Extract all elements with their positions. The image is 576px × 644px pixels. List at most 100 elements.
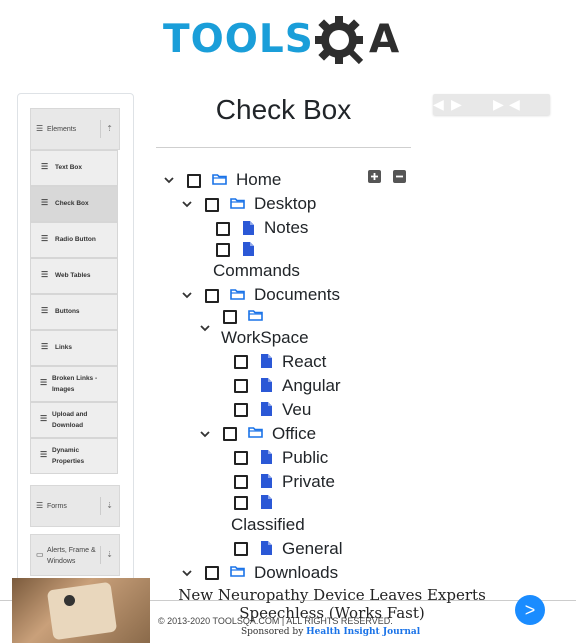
file-icon bbox=[243, 242, 254, 256]
sidebar-item-broken-links[interactable]: ☰ Broken Links - Images bbox=[30, 366, 118, 402]
file-icon bbox=[261, 495, 272, 509]
list-icon: ☰ bbox=[41, 234, 49, 243]
checkbox-office[interactable] bbox=[223, 427, 237, 441]
group-label: Alerts, Frame & Windows bbox=[47, 547, 96, 565]
folder-icon bbox=[230, 198, 245, 209]
sidebar-item-web-tables[interactable]: ☰ Web Tables bbox=[30, 258, 118, 294]
list-icon: ☰ bbox=[41, 306, 49, 315]
sidebar-item-label: Check Box bbox=[55, 200, 89, 207]
ad-sponsor-prefix: Sponsored by bbox=[241, 627, 307, 637]
group-label: Elements bbox=[47, 126, 77, 133]
toolsqa-logo[interactable]: TOOLS A bbox=[163, 12, 408, 68]
checkbox-private[interactable] bbox=[234, 475, 248, 489]
sidebar-item-label: Radio Button bbox=[55, 236, 96, 243]
sidebar-item-label: Buttons bbox=[55, 308, 80, 315]
list-icon: ☰ bbox=[36, 124, 44, 133]
tree-label-veu[interactable]: Veu bbox=[282, 399, 311, 421]
checkbox-general[interactable] bbox=[234, 542, 248, 556]
sidebar-item-buttons[interactable]: ☰ Buttons bbox=[30, 294, 118, 330]
chevron-down-icon[interactable] bbox=[182, 292, 192, 299]
sidebar-item-label: Upload and Download bbox=[52, 411, 88, 429]
expand-icon: ⇣ bbox=[100, 546, 113, 564]
expand-all-button[interactable] bbox=[367, 170, 381, 184]
group-alerts-frame-windows[interactable]: ▭ Alerts, Frame & Windows ⇣ bbox=[30, 534, 120, 576]
logo-a: A bbox=[369, 17, 400, 62]
logo-text: TOOLS bbox=[163, 17, 314, 62]
checkbox-downloads[interactable] bbox=[205, 566, 219, 580]
tree-label-general[interactable]: General bbox=[282, 538, 342, 560]
checkbox-veu[interactable] bbox=[234, 403, 248, 417]
tree-label-notes[interactable]: Notes bbox=[264, 217, 308, 239]
ad-play-icon: ◀ bbox=[433, 96, 444, 112]
tree-label-angular[interactable]: Angular bbox=[282, 375, 341, 397]
checkbox-commands[interactable] bbox=[216, 243, 230, 257]
gear-q-icon bbox=[315, 16, 364, 65]
ad-sponsor: Sponsored by Health Insight Journal bbox=[241, 627, 420, 637]
sidebar-item-check-box[interactable]: ☰ Check Box bbox=[30, 186, 118, 222]
checkbox-public[interactable] bbox=[234, 451, 248, 465]
file-icon bbox=[243, 221, 254, 235]
sidebar-item-links[interactable]: ☰ Links bbox=[30, 330, 118, 366]
list-icon: ☰ bbox=[40, 378, 48, 387]
checkbox-home[interactable] bbox=[187, 174, 201, 188]
sidebar-item-label: Dynamic Properties bbox=[52, 447, 85, 465]
collapse-icon: ⇡ bbox=[100, 120, 113, 138]
chevron-down-icon[interactable] bbox=[182, 570, 192, 577]
tree-label-classified[interactable]: Classified bbox=[231, 514, 305, 536]
sidebar-item-upload-download[interactable]: ☰ Upload and Download bbox=[30, 402, 118, 438]
folder-icon bbox=[230, 566, 245, 577]
tree-label-documents[interactable]: Documents bbox=[254, 284, 340, 306]
plus-square-icon bbox=[367, 170, 381, 183]
tree-label-private[interactable]: Private bbox=[282, 471, 335, 493]
tree-label-downloads[interactable]: Downloads bbox=[254, 562, 338, 584]
chevron-down-icon[interactable] bbox=[164, 177, 174, 184]
list-icon: ☰ bbox=[41, 198, 49, 207]
list-icon: ☰ bbox=[41, 162, 49, 171]
folder-icon bbox=[212, 174, 227, 185]
minus-square-icon bbox=[392, 170, 406, 183]
top-ad-banner[interactable]: ◀ ▶ ▶ ◀ bbox=[433, 94, 550, 115]
tree-label-react[interactable]: React bbox=[282, 351, 326, 373]
ad-image[interactable] bbox=[12, 578, 150, 643]
checkbox-react[interactable] bbox=[234, 355, 248, 369]
sidebar-item-text-box[interactable]: ☰ Text Box bbox=[30, 150, 118, 186]
file-icon bbox=[261, 450, 272, 464]
ad-play-icon: ▶ bbox=[451, 96, 462, 112]
tree-label-office[interactable]: Office bbox=[272, 423, 316, 445]
list-icon: ☰ bbox=[41, 342, 49, 351]
ad-sponsor-name[interactable]: Health Insight Journal bbox=[306, 627, 420, 637]
tree-label-commands[interactable]: Commands bbox=[213, 260, 300, 282]
tree-label-public[interactable]: Public bbox=[282, 447, 328, 469]
ad-button-dot bbox=[64, 595, 75, 606]
tree-label-workspace[interactable]: WorkSpace bbox=[221, 327, 309, 349]
ad-go-button[interactable]: > bbox=[515, 595, 545, 625]
checkbox-workspace[interactable] bbox=[223, 310, 237, 324]
sidebar-item-label: Text Box bbox=[55, 164, 82, 171]
sidebar-item-dynamic-properties[interactable]: ☰ Dynamic Properties bbox=[30, 438, 118, 474]
ad-foot-mat bbox=[46, 581, 118, 641]
collapse-all-button[interactable] bbox=[392, 170, 406, 184]
group-forms[interactable]: ☰ Forms ⇣ bbox=[30, 485, 120, 527]
checkbox-desktop[interactable] bbox=[205, 198, 219, 212]
sidebar-item-radio-button[interactable]: ☰ Radio Button bbox=[30, 222, 118, 258]
chevron-down-icon[interactable] bbox=[200, 431, 210, 438]
tree-label-desktop[interactable]: Desktop bbox=[254, 193, 316, 215]
tree-label-home[interactable]: Home bbox=[236, 169, 281, 191]
chevron-down-icon[interactable] bbox=[182, 201, 192, 208]
checkbox-angular[interactable] bbox=[234, 379, 248, 393]
checkbox-notes[interactable] bbox=[216, 222, 230, 236]
title-divider bbox=[156, 147, 411, 148]
checkbox-documents[interactable] bbox=[205, 289, 219, 303]
file-icon bbox=[261, 402, 272, 416]
chevron-down-icon[interactable] bbox=[200, 325, 210, 332]
sidebar-item-label: Broken Links - Images bbox=[52, 375, 98, 393]
sidebar-item-label: Links bbox=[55, 344, 72, 351]
checkbox-classified[interactable] bbox=[234, 496, 248, 510]
file-icon bbox=[261, 474, 272, 488]
list-icon: ☰ bbox=[40, 450, 48, 459]
group-elements[interactable]: ☰ Elements ⇡ bbox=[30, 108, 120, 150]
ad-play-icon: ▶ bbox=[493, 96, 504, 112]
page-title: Check Box bbox=[215, 94, 352, 125]
ad-headline[interactable]: New Neuropathy Device Leaves Experts Spe… bbox=[176, 586, 488, 622]
folder-icon bbox=[248, 427, 263, 438]
